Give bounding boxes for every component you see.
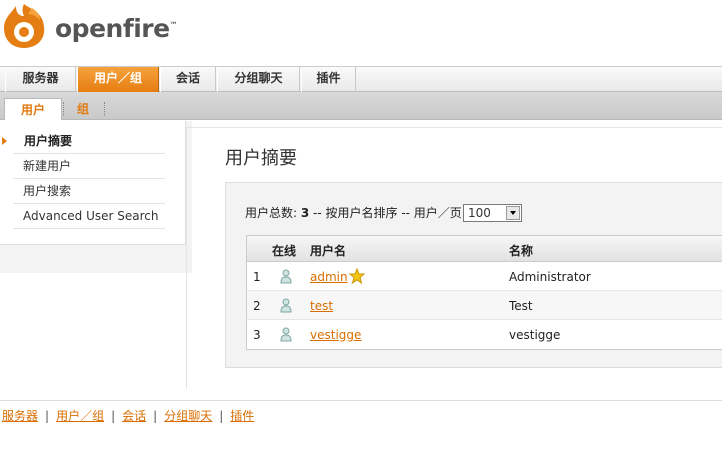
- col-online: 在线: [272, 244, 297, 258]
- username-link[interactable]: vestigge: [310, 328, 361, 342]
- row-index: 1: [253, 270, 261, 284]
- footer-link-server[interactable]: 服务器: [2, 409, 38, 423]
- subtab-separator: [104, 102, 105, 116]
- header: openfire™: [0, 0, 722, 66]
- sidebar-item-label: 用户摘要: [24, 134, 73, 148]
- row-index: 2: [253, 299, 261, 313]
- users-table: 在线 用户名 名称 1 admin Administrator 2 test T…: [246, 235, 722, 350]
- table-row: 3 vestigge vestigge: [247, 320, 722, 349]
- username-link[interactable]: test: [310, 299, 333, 313]
- footer-link-users-groups[interactable]: 用户／组: [56, 409, 104, 423]
- sidebar-menu: 用户摘要 新建用户 用户搜索 Advanced User Search: [0, 121, 186, 245]
- footer-link-sessions[interactable]: 会话: [122, 409, 146, 423]
- offline-user-icon: [280, 269, 292, 284]
- sidebar-item-label: Advanced User Search: [23, 209, 159, 223]
- footer: 服务器 | 用户／组 | 会话 | 分组聊天 | 插件: [0, 400, 722, 449]
- dropdown-arrow-icon[interactable]: [506, 206, 520, 220]
- user-display-name: Test: [509, 299, 533, 313]
- offline-user-icon: [280, 327, 292, 342]
- table-row: 2 test Test: [247, 291, 722, 320]
- sidebar-item-advanced-search[interactable]: Advanced User Search: [13, 204, 165, 229]
- username-link[interactable]: admin: [310, 270, 348, 284]
- tab-sessions[interactable]: 会话: [160, 67, 216, 92]
- openfire-logo-icon: [2, 2, 48, 50]
- user-summary-panel: 用户总数: 3 -- 按用户名排序 -- 用户／页: 100 在线 用户名 名称…: [225, 182, 722, 368]
- sub-tab-bar: 用户 组: [0, 92, 722, 120]
- user-count-summary: 用户总数: 3 -- 按用户名排序 -- 用户／页:: [245, 206, 466, 220]
- per-page-select[interactable]: 100: [463, 204, 522, 222]
- sidebar-item-new-user[interactable]: 新建用户: [13, 154, 165, 179]
- subtab-users[interactable]: 用户: [4, 98, 62, 120]
- table-header: 在线 用户名 名称: [247, 236, 722, 262]
- row-index: 3: [253, 328, 261, 342]
- admin-star-icon: [349, 268, 365, 284]
- subtab-separator: [63, 102, 64, 116]
- user-display-name: Administrator: [509, 270, 591, 284]
- offline-user-icon: [280, 298, 292, 313]
- main-content: 用户摘要 用户总数: 3 -- 按用户名排序 -- 用户／页: 100 在线 用…: [186, 127, 722, 389]
- table-row: 1 admin Administrator: [247, 262, 722, 291]
- logo-text: openfire™: [55, 14, 178, 43]
- footer-link-plugins[interactable]: 插件: [230, 409, 254, 423]
- tab-server[interactable]: 服务器: [5, 67, 76, 92]
- active-arrow-icon: [2, 137, 7, 145]
- tab-group-chat[interactable]: 分组聊天: [217, 67, 300, 92]
- sidebar-item-label: 用户搜索: [23, 184, 72, 198]
- user-display-name: vestigge: [509, 328, 561, 342]
- sidebar-item-user-summary[interactable]: 用户摘要: [2, 129, 165, 154]
- col-name: 名称: [509, 244, 534, 258]
- sidebar-item-user-search[interactable]: 用户搜索: [13, 179, 165, 204]
- main-tab-bar: 服务器 用户／组 会话 分组聊天 插件: [0, 66, 722, 92]
- tab-users-groups[interactable]: 用户／组: [77, 67, 159, 92]
- footer-nav: 服务器 | 用户／组 | 会话 | 分组聊天 | 插件: [2, 409, 255, 423]
- footer-link-group-chat[interactable]: 分组聊天: [164, 409, 212, 423]
- tab-plugins[interactable]: 插件: [301, 67, 356, 92]
- sidebar: 用户摘要 新建用户 用户搜索 Advanced User Search: [0, 121, 192, 273]
- col-username: 用户名: [310, 244, 347, 258]
- subtab-groups[interactable]: 组: [66, 98, 100, 120]
- sidebar-item-label: 新建用户: [23, 159, 72, 173]
- total-users: 3: [300, 206, 310, 220]
- page-title: 用户摘要: [225, 148, 297, 169]
